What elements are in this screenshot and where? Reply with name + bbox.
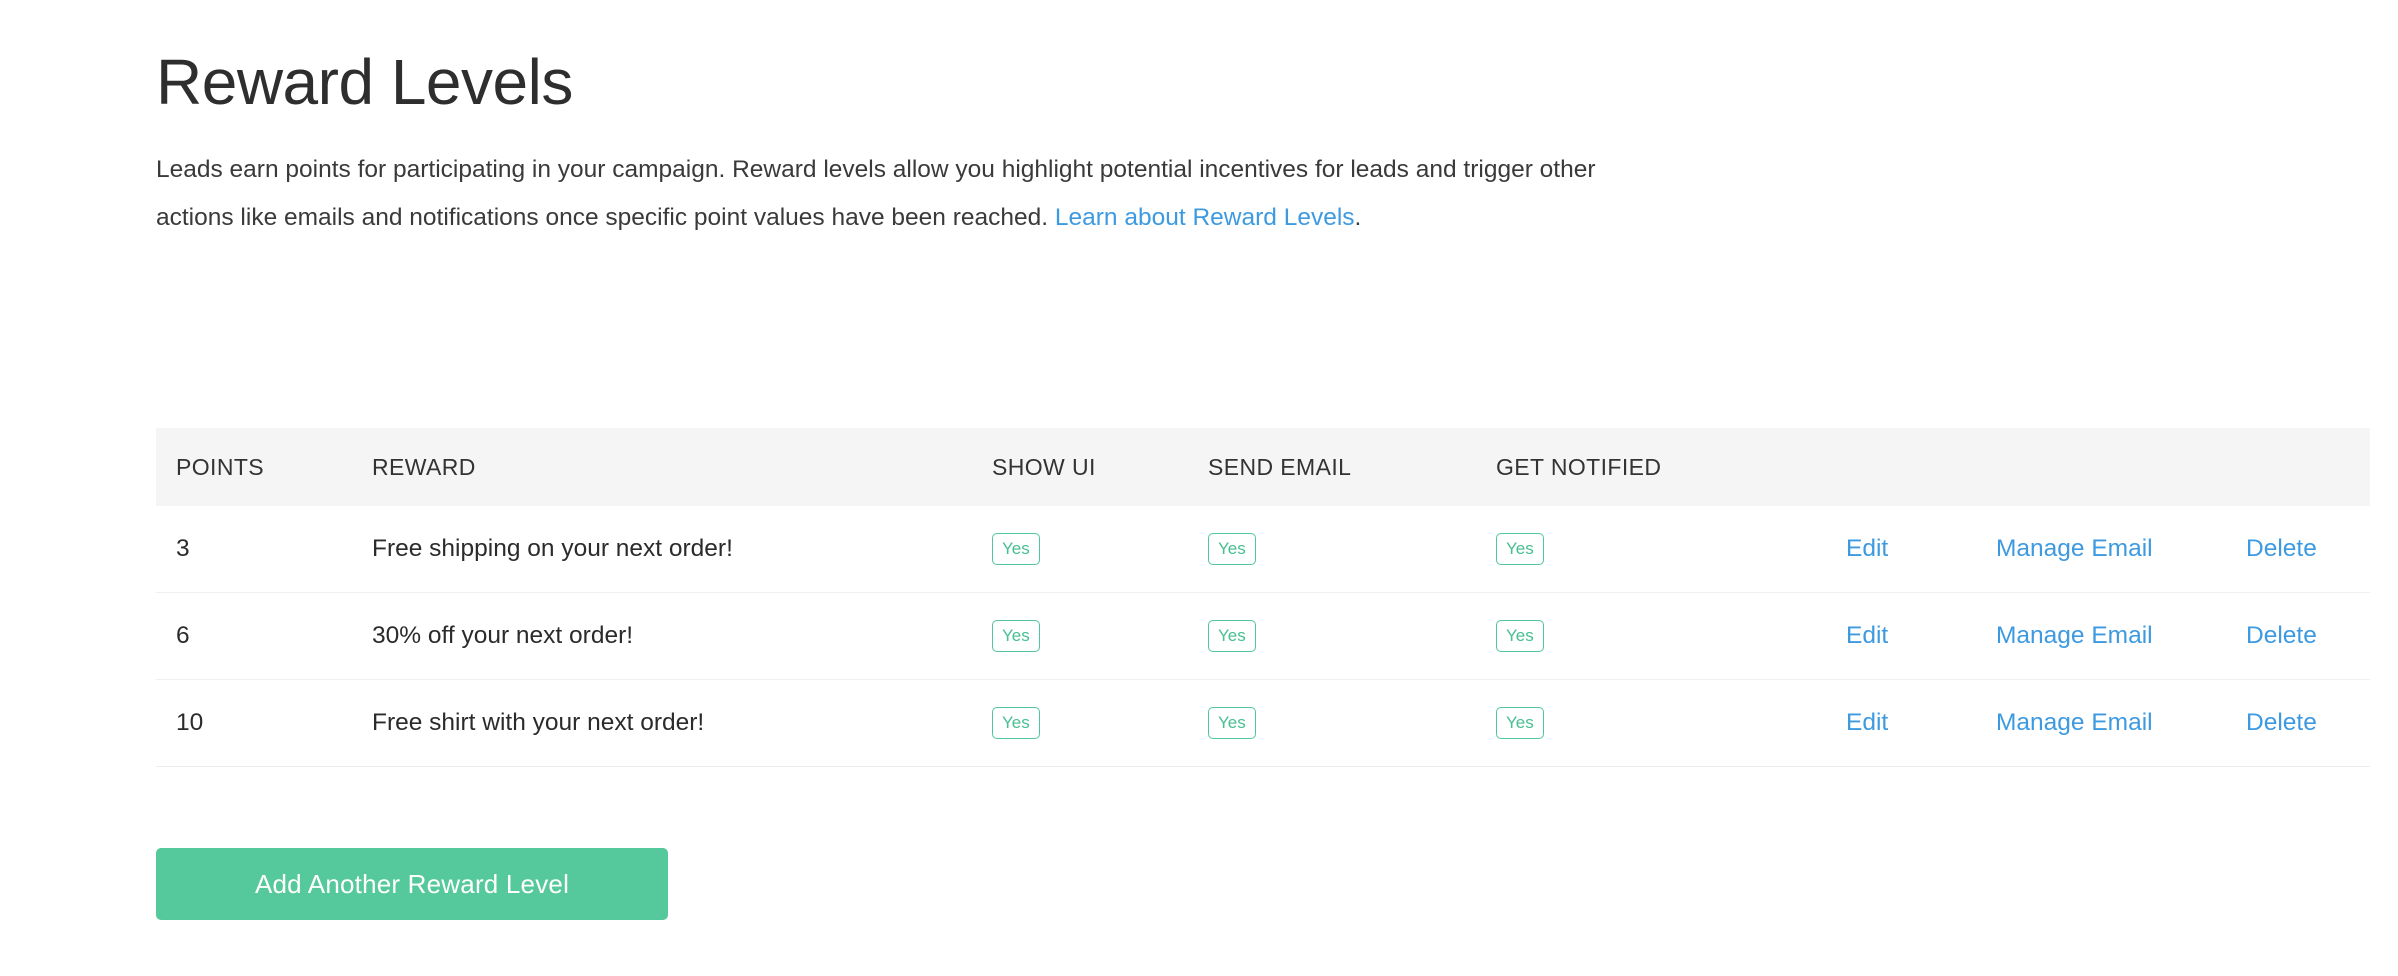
cell-delete-action: Delete	[2246, 592, 2370, 680]
cell-points: 3	[156, 506, 372, 593]
table-row: 3 Free shipping on your next order! Yes …	[156, 506, 2370, 593]
learn-about-reward-levels-link[interactable]: Learn about Reward Levels	[1055, 204, 1355, 231]
cell-edit-action: Edit	[1846, 506, 1996, 593]
cell-show-ui: Yes	[992, 679, 1208, 767]
table-row: 6 30% off your next order! Yes Yes Yes E…	[156, 592, 2370, 680]
cell-send-email: Yes	[1208, 592, 1496, 680]
status-badge-show-ui: Yes	[992, 533, 1040, 565]
cell-points: 6	[156, 592, 372, 680]
column-header-delete-action	[2246, 428, 2370, 506]
intro-paragraph: Leads earn points for participating in y…	[156, 114, 1646, 242]
column-header-points: POINTS	[176, 453, 265, 480]
manage-email-link[interactable]: Manage Email	[1996, 709, 2153, 736]
cell-send-email: Yes	[1208, 679, 1496, 767]
status-badge-get-notified: Yes	[1496, 620, 1544, 652]
delete-link[interactable]: Delete	[2246, 622, 2317, 649]
table-body: 3 Free shipping on your next order! Yes …	[156, 506, 2370, 767]
cell-get-notified: Yes	[1496, 592, 1846, 680]
reward-levels-table: POINTS REWARD SHOW UI SEND EMAIL GET NOT…	[156, 428, 2370, 767]
cell-points: 10	[156, 679, 372, 767]
cell-edit-action: Edit	[1846, 592, 1996, 680]
delete-link[interactable]: Delete	[2246, 535, 2317, 562]
delete-link[interactable]: Delete	[2246, 709, 2317, 736]
edit-link[interactable]: Edit	[1846, 709, 1888, 736]
cell-reward: 30% off your next order!	[372, 592, 992, 680]
status-badge-get-notified: Yes	[1496, 707, 1544, 739]
cell-show-ui: Yes	[992, 592, 1208, 680]
status-badge-send-email: Yes	[1208, 620, 1256, 652]
table-head: POINTS REWARD SHOW UI SEND EMAIL GET NOT…	[156, 428, 2370, 506]
table-header-row: POINTS REWARD SHOW UI SEND EMAIL GET NOT…	[156, 428, 2370, 506]
cell-show-ui: Yes	[992, 506, 1208, 593]
cell-manage-email-action: Manage Email	[1996, 506, 2246, 593]
cell-manage-email-action: Manage Email	[1996, 679, 2246, 767]
edit-link[interactable]: Edit	[1846, 535, 1888, 562]
column-header-reward: REWARD	[372, 453, 476, 480]
intro-text-after-link: .	[1354, 204, 1362, 231]
cell-send-email: Yes	[1208, 506, 1496, 593]
reward-levels-table-container: POINTS REWARD SHOW UI SEND EMAIL GET NOT…	[156, 428, 2370, 767]
page-title: Reward Levels	[156, 46, 573, 118]
add-another-reward-level-button[interactable]: Add Another Reward Level	[156, 848, 668, 920]
column-header-get-notified: GET NOTIFIED	[1496, 453, 1662, 480]
manage-email-link[interactable]: Manage Email	[1996, 622, 2153, 649]
edit-link[interactable]: Edit	[1846, 622, 1888, 649]
manage-email-link[interactable]: Manage Email	[1996, 535, 2153, 562]
table-row: 10 Free shirt with your next order! Yes …	[156, 679, 2370, 767]
cell-delete-action: Delete	[2246, 679, 2370, 767]
column-header-send-email: SEND EMAIL	[1208, 453, 1352, 480]
status-badge-show-ui: Yes	[992, 620, 1040, 652]
status-badge-show-ui: Yes	[992, 707, 1040, 739]
cell-get-notified: Yes	[1496, 506, 1846, 593]
column-header-edit-action	[1846, 428, 1996, 506]
column-header-show-ui: SHOW UI	[992, 453, 1096, 480]
cell-reward: Free shirt with your next order!	[372, 679, 992, 767]
cell-reward: Free shipping on your next order!	[372, 506, 992, 593]
status-badge-send-email: Yes	[1208, 707, 1256, 739]
column-header-manage-action	[1996, 428, 2246, 506]
status-badge-get-notified: Yes	[1496, 533, 1544, 565]
cell-get-notified: Yes	[1496, 679, 1846, 767]
intro-text-before-link: Leads earn points for participating in y…	[156, 156, 1596, 231]
cell-delete-action: Delete	[2246, 506, 2370, 593]
cell-edit-action: Edit	[1846, 679, 1996, 767]
cell-manage-email-action: Manage Email	[1996, 592, 2246, 680]
reward-levels-page: Reward Levels Leads earn points for part…	[0, 0, 2398, 976]
status-badge-send-email: Yes	[1208, 533, 1256, 565]
